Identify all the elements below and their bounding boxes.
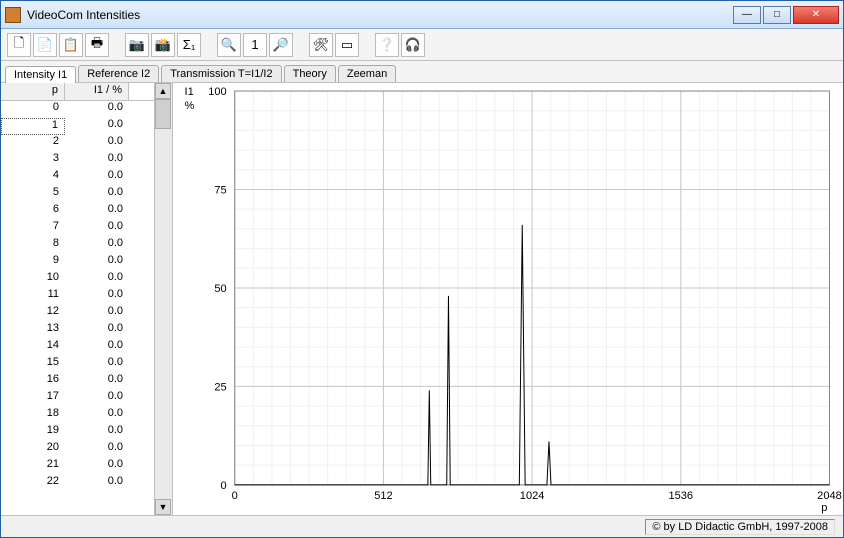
open-button[interactable]: 📄 — [33, 33, 57, 57]
table-row[interactable]: 70.0 — [1, 220, 154, 237]
maximize-button[interactable]: □ — [763, 6, 791, 24]
table-row[interactable]: 150.0 — [1, 356, 154, 373]
tab-4[interactable]: Zeeman — [338, 65, 396, 82]
record2-button[interactable]: 📸 — [151, 33, 175, 57]
tabbar: Intensity I1Reference I2Transmission T=I… — [1, 61, 843, 83]
table-row[interactable]: 160.0 — [1, 373, 154, 390]
tab-2[interactable]: Transmission T=I1/I2 — [161, 65, 281, 82]
svg-text:I1: I1 — [185, 86, 194, 98]
scroll-up-button[interactable]: ▲ — [155, 83, 171, 99]
svg-text:2048: 2048 — [817, 490, 842, 502]
table-row[interactable]: 90.0 — [1, 254, 154, 271]
svg-text:25: 25 — [214, 381, 226, 393]
svg-text:p: p — [821, 502, 827, 514]
table-row[interactable]: 30.0 — [1, 152, 154, 169]
table-row[interactable]: 190.0 — [1, 424, 154, 441]
svg-text:%: % — [185, 100, 195, 112]
new-button[interactable]: 🗋 — [7, 33, 31, 57]
table-row[interactable]: 80.0 — [1, 237, 154, 254]
zoom-out-button[interactable]: 🔎 — [269, 33, 293, 57]
svg-text:50: 50 — [214, 283, 226, 295]
sigma-button[interactable]: Σ₁ — [177, 33, 201, 57]
table-row[interactable]: 130.0 — [1, 322, 154, 339]
window-button[interactable]: ▭ — [335, 33, 359, 57]
table-row[interactable]: 40.0 — [1, 169, 154, 186]
zoom-in-button[interactable]: 🔍 — [217, 33, 241, 57]
record-button[interactable]: 📷 — [125, 33, 149, 57]
tools-button[interactable]: 🛠 — [309, 33, 333, 57]
svg-text:512: 512 — [374, 490, 392, 502]
close-button[interactable]: ✕ — [793, 6, 839, 24]
toolbar: 🗋📄📋🖶 📷📸Σ₁ 🔍1🔎 🛠▭ ❔🎧 — [1, 29, 843, 61]
table-row[interactable]: 170.0 — [1, 390, 154, 407]
headset-button[interactable]: 🎧 — [401, 33, 425, 57]
table-row[interactable]: 210.0 — [1, 458, 154, 475]
table-header: p I1 / % — [1, 83, 154, 101]
table-row[interactable]: 140.0 — [1, 339, 154, 356]
svg-text:0: 0 — [221, 480, 227, 492]
tab-1[interactable]: Reference I2 — [78, 65, 159, 82]
col-header-p[interactable]: p — [1, 83, 65, 100]
table-body: 00.010.020.030.040.050.060.070.080.090.0… — [1, 101, 154, 515]
svg-text:0: 0 — [232, 490, 238, 502]
content-area: p I1 / % 00.010.020.030.040.050.060.070.… — [1, 83, 843, 515]
tab-0[interactable]: Intensity I1 — [5, 66, 76, 83]
tab-3[interactable]: Theory — [284, 65, 336, 82]
table-row[interactable]: 180.0 — [1, 407, 154, 424]
app-window: VideoCom Intensities — □ ✕ 🗋📄📋🖶 📷📸Σ₁ 🔍1🔎 🛠▭… — [0, 0, 844, 538]
table-row[interactable]: 00.0 — [1, 101, 154, 118]
table-row[interactable]: 60.0 — [1, 203, 154, 220]
one-button[interactable]: 1 — [243, 33, 267, 57]
titlebar: VideoCom Intensities — □ ✕ — [1, 1, 843, 29]
data-table-pane: p I1 / % 00.010.020.030.040.050.060.070.… — [1, 83, 173, 515]
print-button[interactable]: 🖶 — [85, 33, 109, 57]
table-row[interactable]: 220.0 — [1, 475, 154, 492]
table-row[interactable]: 20.0 — [1, 135, 154, 152]
plot-pane[interactable]: 0 512 1024 1536 2048 0 25 50 75 100 I1% p — [173, 83, 843, 515]
scroll-thumb[interactable] — [155, 99, 171, 129]
app-icon — [5, 7, 21, 23]
copy-button[interactable]: 📋 — [59, 33, 83, 57]
copyright-label: © by LD Didactic GmbH, 1997-2008 — [645, 519, 835, 535]
table-row[interactable]: 200.0 — [1, 441, 154, 458]
table-row[interactable]: 10.0 — [1, 118, 154, 135]
svg-text:75: 75 — [214, 185, 226, 197]
table-row[interactable]: 110.0 — [1, 288, 154, 305]
svg-text:1536: 1536 — [669, 490, 694, 502]
table-row[interactable]: 50.0 — [1, 186, 154, 203]
scroll-down-button[interactable]: ▼ — [155, 499, 171, 515]
table-row[interactable]: 120.0 — [1, 305, 154, 322]
svg-text:100: 100 — [208, 86, 226, 98]
statusbar: © by LD Didactic GmbH, 1997-2008 — [1, 515, 843, 537]
table-row[interactable]: 100.0 — [1, 271, 154, 288]
table-scrollbar[interactable]: ▲ ▼ — [154, 83, 172, 515]
col-header-i1[interactable]: I1 / % — [65, 83, 129, 100]
minimize-button[interactable]: — — [733, 6, 761, 24]
svg-text:1024: 1024 — [520, 490, 545, 502]
window-title: VideoCom Intensities — [27, 8, 733, 22]
help-button[interactable]: ❔ — [375, 33, 399, 57]
